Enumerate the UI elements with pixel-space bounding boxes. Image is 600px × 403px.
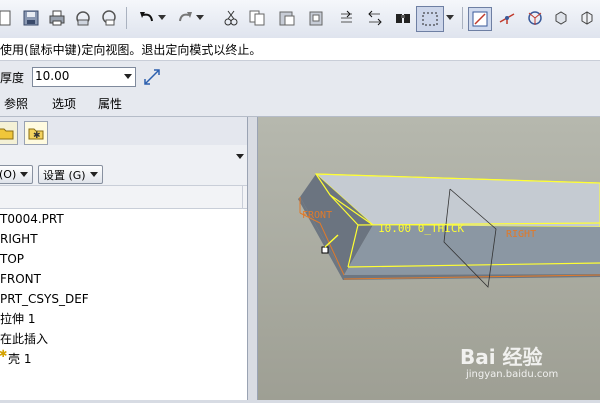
select-box-icon[interactable] <box>416 6 444 32</box>
chevron-down-icon <box>20 172 29 177</box>
tree-item-front[interactable]: FRONT <box>0 269 247 289</box>
regenerate-icon[interactable] <box>336 7 358 29</box>
cut-icon[interactable] <box>220 7 242 29</box>
shell-dashboard: 厚度 10.00 参照 选项 属性 <box>0 61 600 117</box>
send-icon[interactable] <box>98 7 120 29</box>
tree-item-insert-here[interactable]: 在此插入 <box>0 329 247 349</box>
model-canvas: FRONT 10.00 0_THICK RIGHT <box>298 173 600 288</box>
front-datum-label: FRONT <box>302 210 332 221</box>
undo-icon[interactable] <box>136 7 158 29</box>
show-button[interactable]: (O) <box>0 165 34 184</box>
tree-item-shell-label: 壳 1 <box>8 352 32 366</box>
watermark-url: jingyan.baidu.com <box>466 369 559 380</box>
plane-display-icon[interactable] <box>468 7 492 31</box>
tree-item-top[interactable]: TOP <box>0 249 247 269</box>
paste-special-icon[interactable] <box>306 7 328 29</box>
thickness-label: 厚度 <box>0 71 25 85</box>
main-toolbar <box>0 0 600 39</box>
axis-display-icon[interactable] <box>496 7 518 29</box>
chevron-down-icon[interactable] <box>124 74 132 79</box>
tree-item-csys[interactable]: PRT_CSYS_DEF <box>0 289 247 309</box>
graphics-viewport[interactable]: FRONT 10.00 0_THICK RIGHT Bai 经验 jingyan… <box>248 117 600 400</box>
spin-center-icon[interactable] <box>576 7 598 29</box>
thickness-input[interactable]: 10.00 <box>32 67 136 87</box>
redo-icon[interactable] <box>174 7 196 29</box>
folder-tab-icon[interactable] <box>0 121 18 145</box>
settings-button[interactable]: 设置 (G) <box>38 165 103 184</box>
drag-handle[interactable] <box>321 246 329 254</box>
show-button-label: (O) <box>0 168 17 181</box>
favorites-tab-icon[interactable]: ✱ <box>24 121 48 145</box>
csys-display-icon[interactable] <box>524 7 546 29</box>
panel-splitter[interactable] <box>248 117 258 400</box>
save-icon[interactable] <box>20 7 42 29</box>
settings-button-label: 设置 (G) <box>43 168 86 182</box>
model-tree-panel: ✱ (O) 设置 (G) T0004.PRT RIGHT TOP FRONT P… <box>0 117 248 400</box>
tab-options[interactable]: 选项 <box>52 95 76 112</box>
model-tree: T0004.PRT RIGHT TOP FRONT PRT_CSYS_DEF 拉… <box>0 209 247 369</box>
regenerate-manager-icon[interactable] <box>364 7 386 29</box>
tab-references[interactable]: 参照 <box>4 95 28 112</box>
watermark-brand: Bai 经验 <box>460 345 543 369</box>
chevron-down-icon <box>89 172 98 177</box>
new-feature-icon: ✱ <box>0 349 8 360</box>
copy-icon[interactable] <box>246 7 268 29</box>
tab-properties[interactable]: 属性 <box>98 95 122 112</box>
thickness-value: 10.00 <box>35 69 70 83</box>
tree-item-part[interactable]: T0004.PRT <box>0 209 247 229</box>
flip-direction-icon[interactable] <box>142 67 162 87</box>
paste-icon[interactable] <box>276 7 298 29</box>
send-mail-icon[interactable] <box>72 7 94 29</box>
tree-item-shell[interactable]: ✱ 壳 1 <box>0 349 247 369</box>
undo-dropdown-icon[interactable] <box>156 7 168 29</box>
status-message: 使用(鼠标中键)定向视图。退出定向模式以终止。 <box>0 43 262 57</box>
print-icon[interactable] <box>46 7 68 29</box>
message-bar: 使用(鼠标中键)定向视图。退出定向模式以终止。 <box>0 38 600 61</box>
find-icon[interactable] <box>392 7 414 29</box>
navigator-tabs: ✱ <box>0 117 247 145</box>
new-file-icon[interactable] <box>0 7 16 29</box>
svg-text:✱: ✱ <box>33 131 41 141</box>
redo-dropdown-icon[interactable] <box>194 7 206 29</box>
tree-item-extrude[interactable]: 拉伸 1 <box>0 309 247 329</box>
watermark-logo: Bai 经验 <box>460 341 543 370</box>
thickness-dimension[interactable]: 10.00 0_THICK <box>378 222 464 235</box>
tree-column-header <box>0 185 247 209</box>
chevron-down-icon[interactable] <box>236 149 244 163</box>
tree-options-row: (O) 设置 (G) <box>0 145 247 185</box>
view-icon[interactable] <box>550 7 572 29</box>
tree-item-right[interactable]: RIGHT <box>0 229 247 249</box>
select-dropdown-icon[interactable] <box>444 7 456 29</box>
right-datum-label: RIGHT <box>506 229 536 240</box>
